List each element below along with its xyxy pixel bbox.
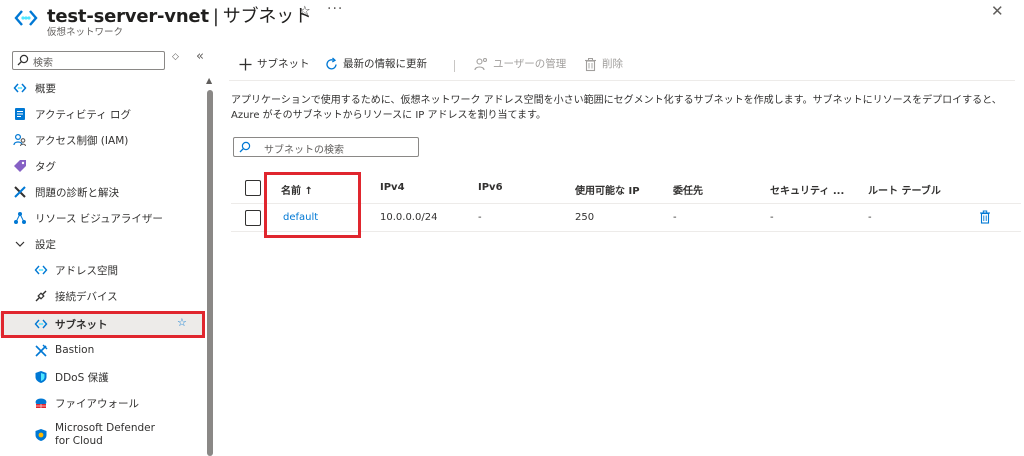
ddos-shield-icon (35, 371, 47, 383)
search-icon (17, 54, 29, 66)
search-icon (239, 141, 251, 153)
refresh-label: 最新の情報に更新 (343, 58, 427, 70)
menu-item-diagnose[interactable]: 問題の診断と解決 (0, 180, 205, 204)
add-subnet-button[interactable]: サブネット (238, 56, 310, 78)
subnet-search-placeholder: サブネットの検索 (264, 145, 344, 156)
defender-icon (35, 429, 47, 441)
visualizer-icon (14, 212, 26, 224)
scroll-thumb[interactable] (207, 90, 213, 456)
address-space-icon (34, 265, 48, 275)
highlight-subnets-menu (1, 311, 205, 338)
connected-devices-icon (35, 290, 47, 302)
command-bar-divider (229, 80, 1015, 81)
resource-menu: 検索 ◇ « 概要 アクティビティ ログ アクセス制御 (IAM) タグ 問題の… (0, 44, 215, 456)
toolbar-divider (454, 60, 455, 72)
highlight-name-column (264, 172, 361, 238)
column-header-route-table[interactable]: ルート テーブル (868, 182, 941, 197)
menu-item-defender-for-cloud[interactable]: Microsoft Defender for Cloud (0, 418, 205, 452)
chevron-down-icon (15, 241, 25, 247)
cell-ipv4: 10.0.0.0/24 (380, 212, 438, 223)
plus-icon (239, 58, 252, 70)
refresh-icon (326, 57, 337, 69)
column-header-ipv4[interactable]: IPv4 (380, 182, 405, 193)
title-separator: | (212, 6, 219, 27)
menu-item-resource-visualizer[interactable]: リソース ビジュアライザー (0, 206, 205, 230)
scroll-up-icon[interactable]: ▲ (206, 76, 212, 85)
menu-item-label: ファイアウォール (55, 398, 139, 410)
cell-ipv6: - (478, 212, 482, 223)
menu-item-address-space[interactable]: アドレス空間 (0, 258, 205, 282)
menu-item-label: Microsoft Defender for Cloud (55, 422, 155, 447)
menu-scrollbar[interactable]: ▲ (205, 76, 215, 456)
menu-item-label: リソース ビジュアライザー (35, 213, 163, 225)
manage-users-button[interactable]: ユーザーの管理 (474, 56, 566, 78)
iam-icon (13, 133, 27, 147)
menu-item-label: タグ (35, 161, 56, 173)
manage-users-icon (474, 57, 487, 70)
menu-item-activity-log[interactable]: アクティビティ ログ (0, 102, 205, 126)
menu-item-label: Bastion (55, 344, 95, 356)
command-bar: サブネット 最新の情報に更新 ユーザーの管理 削除 (216, 56, 1008, 80)
menu-item-label: アクセス制御 (IAM) (35, 135, 129, 147)
menu-item-tags[interactable]: タグ (0, 154, 205, 178)
sort-icon[interactable]: ◇ (172, 52, 179, 62)
column-header-delegated[interactable]: 委任先 (673, 182, 703, 197)
log-icon (15, 108, 25, 120)
vnet-icon (14, 10, 38, 26)
manage-users-label: ユーザーの管理 (493, 58, 567, 70)
column-header-security[interactable]: セキュリティ ... (770, 182, 844, 197)
delete-button[interactable]: 削除 (583, 56, 623, 78)
menu-item-ddos-protection[interactable]: DDoS 保護 (0, 365, 205, 389)
blade-header: test-server-vnet | サブネット ☆ ··· 仮想ネットワーク ✕ (0, 0, 1024, 44)
trash-icon (585, 57, 596, 71)
cell-delegated: - (673, 212, 677, 223)
close-icon[interactable]: ✕ (991, 2, 1004, 20)
delete-label: 削除 (602, 58, 623, 70)
column-header-available-ip[interactable]: 使用可能な IP (575, 182, 640, 197)
cell-route-table: - (868, 212, 872, 223)
column-header-ipv6[interactable]: IPv6 (478, 182, 503, 193)
subnet-search-input[interactable]: サブネットの検索 (233, 137, 419, 157)
menu-search-input[interactable]: 検索 (12, 51, 165, 70)
select-all-checkbox[interactable] (245, 180, 261, 196)
menu-item-connected-devices[interactable]: 接続デバイス (0, 284, 205, 308)
refresh-button[interactable]: 最新の情報に更新 (324, 56, 427, 78)
firewall-icon (35, 398, 47, 408)
main-content: サブネット 最新の情報に更新 ユーザーの管理 削除 アプリケーションで使用するた… (216, 44, 1024, 456)
menu-item-label: 概要 (35, 83, 56, 95)
more-options-icon[interactable]: ··· (327, 1, 343, 17)
menu-search-placeholder: 検索 (33, 58, 53, 69)
menu-item-firewall[interactable]: ファイアウォール (0, 391, 205, 415)
wrench-icon (14, 186, 26, 198)
menu-item-iam[interactable]: アクセス制御 (IAM) (0, 128, 205, 152)
row-checkbox[interactable] (245, 210, 261, 226)
favorite-star-icon[interactable]: ☆ (299, 4, 311, 19)
cell-available-ip: 250 (575, 212, 595, 223)
collapse-menu-icon[interactable]: « (196, 49, 204, 64)
menu-item-label: DDoS 保護 (55, 372, 109, 384)
menu-item-bastion[interactable]: Bastion (0, 339, 205, 363)
tag-icon (14, 160, 26, 172)
menu-item-overview[interactable]: 概要 (0, 76, 205, 100)
delete-row-icon[interactable] (979, 210, 991, 224)
bastion-icon (35, 344, 48, 357)
vnet-icon (13, 83, 27, 93)
menu-group-label: 設定 (35, 239, 56, 251)
add-subnet-label: サブネット (257, 58, 310, 70)
page-description: アプリケーションで使用するために、仮想ネットワーク アドレス空間を小さい範囲にセ… (231, 95, 1002, 121)
menu-item-label: 接続デバイス (55, 291, 118, 303)
menu-item-label: アドレス空間 (55, 265, 118, 277)
cell-security: - (770, 212, 774, 223)
menu-group-settings[interactable]: 設定 (0, 232, 205, 256)
menu-item-label: 問題の診断と解決 (35, 187, 119, 199)
menu-item-label: アクティビティ ログ (35, 109, 132, 121)
resource-type: 仮想ネットワーク (47, 27, 124, 38)
